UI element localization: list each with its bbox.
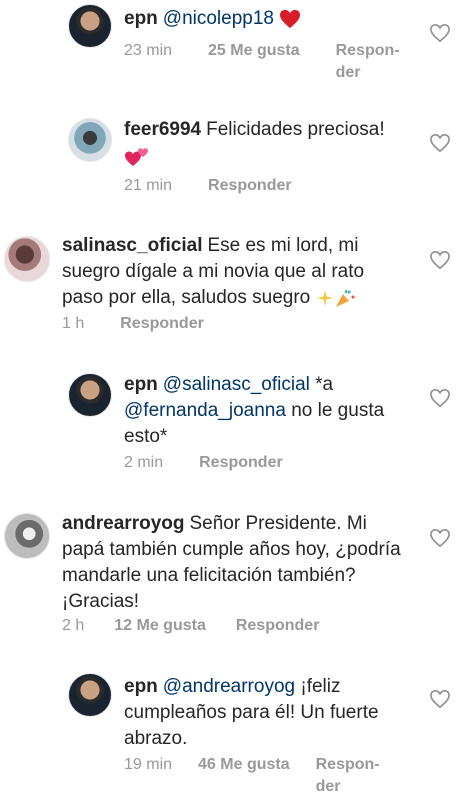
heart-outline-icon[interactable] [429, 689, 451, 709]
comment-meta: 1 h Responder [62, 313, 204, 335]
comment-body-line: ¡Gracias! [62, 591, 140, 612]
reply-button[interactable]: Respon-der [336, 40, 406, 84]
comment-body-fragment: *a [315, 374, 334, 395]
mention-link[interactable]: @nicolepp18 [163, 8, 274, 29]
reply-button[interactable]: Responder [236, 615, 320, 637]
comment-text: epn @andrearroyog ¡feliz cumpleaños para … [124, 674, 424, 752]
comment-time: 19 min [124, 756, 173, 773]
comments-list: epn @nicolepp18 23 min 25 Me gusta Respon… [0, 0, 465, 812]
comment-time: 1 h [62, 315, 85, 332]
red-heart-icon [280, 9, 301, 29]
comment-username[interactable]: feer6994 [124, 119, 201, 140]
heart-outline-icon[interactable] [429, 528, 451, 548]
comment-username[interactable]: epn [124, 8, 158, 29]
comment-username[interactable]: epn [124, 374, 158, 395]
comment-time: 2 min [124, 454, 164, 471]
avatar[interactable] [4, 513, 50, 559]
comment-time: 2 h [62, 617, 85, 634]
comment-meta: 21 min Responder [124, 175, 292, 197]
comment-text: feer6994 Felicidades preciosa! [124, 117, 424, 169]
comment-text: epn @salinasc_oficial *a @fernanda_joanna… [124, 372, 444, 450]
avatar[interactable] [68, 4, 112, 48]
comment-body-line: papá también cumple años hoy, ¿podría [62, 539, 401, 560]
comment-meta: 19 min 46 Me gusta Respon-der [124, 754, 386, 798]
reply-button[interactable]: Responder [199, 452, 283, 474]
comment-body-line: Ese es mi lord, mi [207, 235, 359, 256]
comment-username[interactable]: epn [124, 676, 158, 697]
mention-link[interactable]: @fernanda_joanna [124, 400, 286, 421]
likes-count[interactable]: 12 Me gusta [114, 615, 206, 637]
two-hearts-icon [125, 148, 148, 166]
comment-body-line: ¡feliz [300, 676, 341, 697]
comment-body-fragment: esto* [124, 426, 168, 447]
comment-body-line: suegro dígale a mi novia que al rato [62, 261, 365, 282]
comment-meta: 23 min 25 Me gusta Respon-der [124, 40, 406, 84]
mention-link[interactable]: @salinasc_oficial [163, 374, 310, 395]
reply-button[interactable]: Respon-der [316, 754, 386, 798]
comment-text: andrearroyog Señor Presidente. Mi papá ta… [62, 511, 452, 615]
avatar[interactable] [4, 236, 50, 282]
reply-button[interactable]: Responder [208, 175, 292, 197]
comment-body-line: paso por ella, saludos suegro [62, 287, 311, 308]
heart-outline-icon[interactable] [429, 250, 451, 270]
likes-count[interactable]: 25 Me gusta [208, 40, 300, 62]
avatar[interactable] [68, 118, 112, 162]
heart-outline-icon[interactable] [429, 388, 451, 408]
reply-button[interactable]: Responder [120, 313, 204, 335]
comment-meta: 2 min Responder [124, 452, 283, 474]
comment-text: epn @nicolepp18 [124, 6, 424, 32]
comment-time: 21 min [124, 177, 173, 194]
comment-body-line: cumpleaños para él! Un fuerte [124, 702, 379, 723]
avatar[interactable] [68, 673, 112, 717]
comment-body-line: abrazo. [124, 728, 188, 749]
confetti-icon [335, 289, 354, 307]
comment-time: 23 min [124, 42, 173, 59]
comment-body: Felicidades preciosa! [206, 119, 385, 140]
comment-body-line: Señor Presidente. Mi [189, 513, 367, 534]
comment-meta: 2 h 12 Me gusta Responder [62, 615, 319, 637]
comment-text: salinasc_oficial Ese es mi lord, mi suegr… [62, 233, 452, 311]
comment-username[interactable]: andrearroyog [62, 513, 184, 534]
likes-count[interactable]: 46 Me gusta [198, 754, 290, 776]
comment-body-line: mandarle una felicitación también? [62, 565, 356, 586]
comment-username[interactable]: salinasc_oficial [62, 235, 202, 256]
mention-link[interactable]: @andrearroyog [163, 676, 295, 697]
heart-outline-icon[interactable] [429, 133, 451, 153]
avatar[interactable] [68, 373, 112, 417]
comment-body-fragment: no le gusta [291, 400, 385, 421]
sparkles-icon [316, 289, 333, 306]
heart-outline-icon[interactable] [429, 23, 451, 43]
